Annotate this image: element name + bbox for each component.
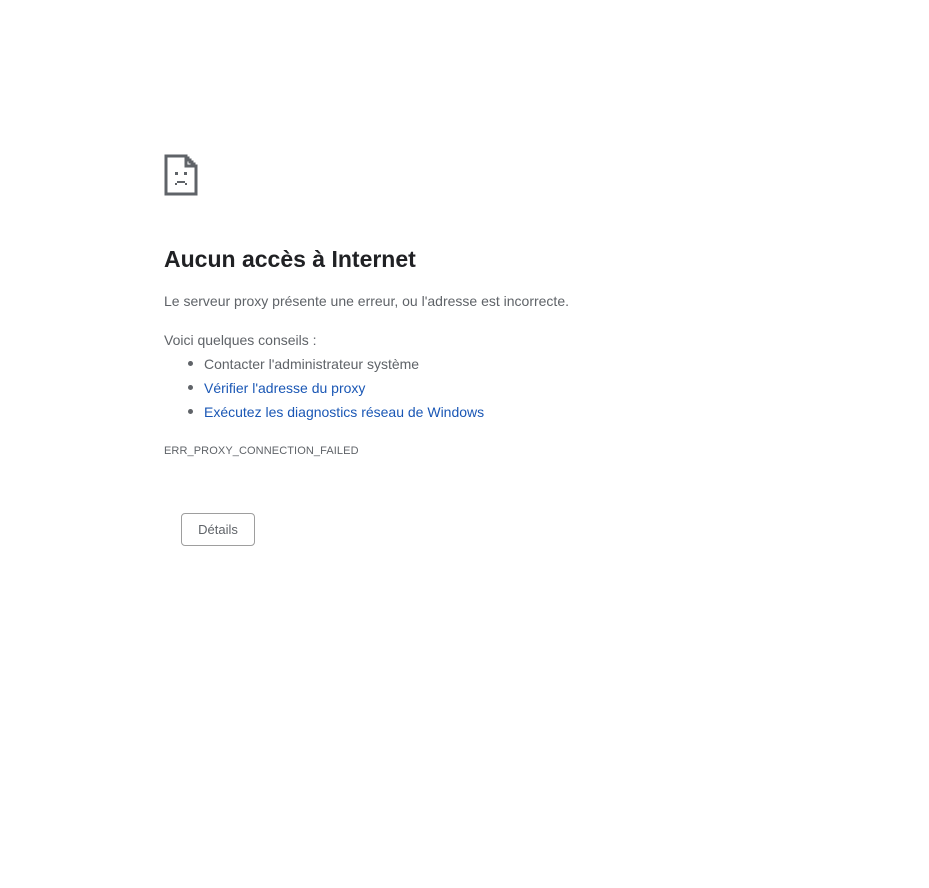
list-item: Vérifier l'adresse du proxy bbox=[164, 378, 484, 402]
list-item: Contacter l'administrateur système bbox=[164, 354, 484, 378]
tip-contact-admin: Contacter l'administrateur système bbox=[204, 356, 420, 372]
bullet-icon bbox=[188, 409, 193, 414]
page-title: Aucun accès à Internet bbox=[164, 246, 416, 272]
bullet-icon bbox=[188, 385, 193, 390]
list-item: Exécutez les diagnostics réseau de Windo… bbox=[164, 402, 484, 426]
sad-document-icon bbox=[164, 154, 198, 196]
check-proxy-link[interactable]: Vérifier l'adresse du proxy bbox=[204, 380, 365, 396]
run-diagnostics-link[interactable]: Exécutez les diagnostics réseau de Windo… bbox=[204, 404, 484, 420]
tips-heading: Voici quelques conseils : bbox=[164, 332, 317, 348]
bullet-icon bbox=[188, 361, 193, 366]
error-page: Aucun accès à Internet Le serveur proxy … bbox=[0, 0, 929, 888]
error-summary: Le serveur proxy présente une erreur, ou… bbox=[164, 293, 569, 309]
error-code: ERR_PROXY_CONNECTION_FAILED bbox=[164, 445, 359, 457]
details-button[interactable]: Détails bbox=[181, 513, 255, 546]
tips-list: Contacter l'administrateur système Vérif… bbox=[164, 354, 484, 426]
